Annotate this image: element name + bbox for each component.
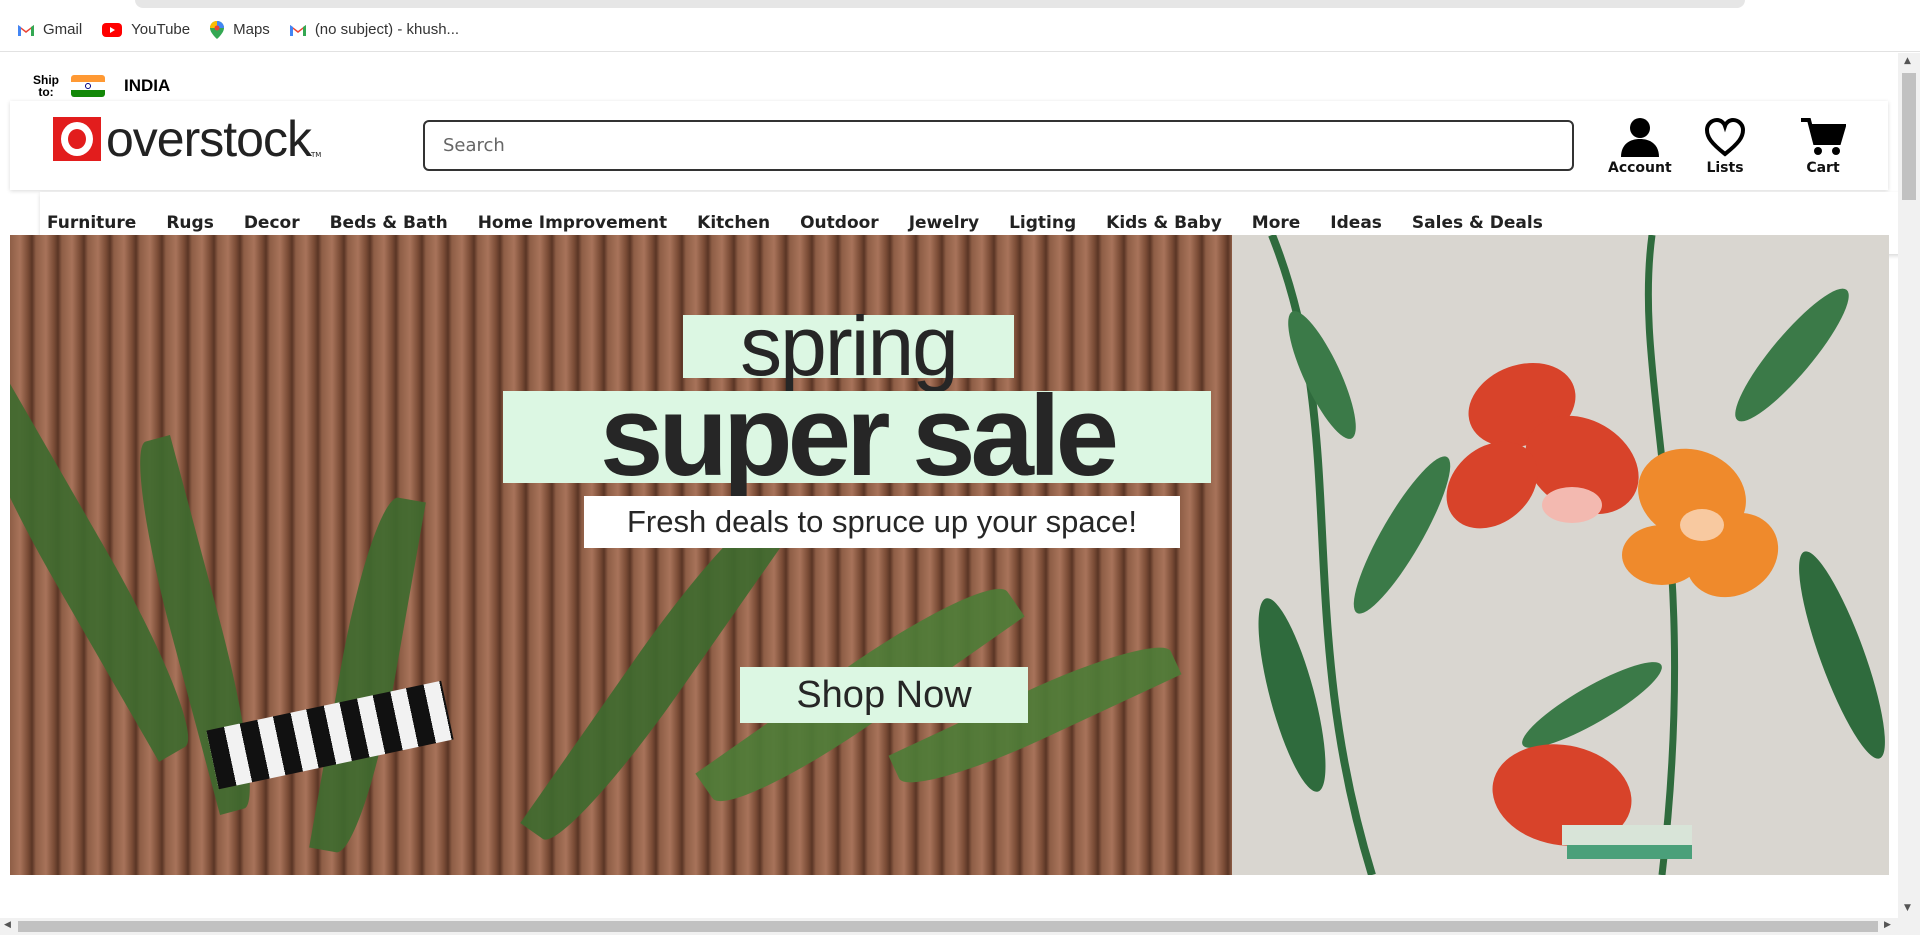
nav-item-rugs[interactable]: Rugs [166,213,213,233]
bookmark-maps[interactable]: Maps [210,20,270,39]
vertical-scroll-thumb[interactable] [1902,73,1916,200]
gmail-icon [289,24,306,36]
cart-icon [1801,118,1846,155]
nav-item-kitchen[interactable]: Kitchen [697,213,770,233]
horizontal-scroll-thumb[interactable] [18,921,1878,932]
gmail-icon [18,24,34,36]
shop-now-button[interactable]: Shop Now [740,667,1028,723]
hero-heading-super-sale: super sale [503,380,1211,494]
bookmark-label: (no subject) - khush... [314,21,460,38]
address-bar-edge [135,0,1745,8]
site-header: overstock TM Account Lists Cart [10,101,1888,190]
floral-art-illustration [1258,235,1885,875]
bookmarks-bar: Gmail YouTube Maps (no subject) - khush.… [0,8,1920,52]
lists-label: Lists [1706,160,1744,176]
india-flag-icon [71,75,105,97]
bookmark-label: Maps [233,21,270,38]
bookmark-youtube[interactable]: YouTube [102,21,190,38]
cart-button[interactable]: Cart [1800,117,1846,176]
nav-item-ideas[interactable]: Ideas [1330,213,1382,233]
logo-text: overstock [106,111,312,167]
scroll-down-icon[interactable]: ▼ [1904,903,1911,913]
logo-tm: TM [310,151,322,159]
heart-icon [1704,117,1746,157]
browser-window: Gmail YouTube Maps (no subject) - khush.… [0,0,1920,935]
scroll-right-icon[interactable]: ▶ [1884,920,1891,930]
nav-item-beds-bath[interactable]: Beds & Bath [330,213,448,233]
vertical-scrollbar[interactable]: ▲ ▼ [1898,53,1920,918]
nav-item-more[interactable]: More [1252,213,1301,233]
account-icon [1620,118,1659,157]
nav-item-outdoor[interactable]: Outdoor [800,213,879,233]
bookmark-label: YouTube [131,21,191,38]
hero-heading-spring: spring [683,304,1014,388]
hero-tagline: Fresh deals to spruce up your space! [584,496,1180,548]
bookmark-gmail[interactable]: Gmail [18,21,82,38]
account-label: Account [1608,160,1672,176]
horizontal-scrollbar[interactable]: ◀ ▶ [0,918,1920,935]
nav-item-decor[interactable]: Decor [244,213,300,233]
nav-item-lighting[interactable]: Ligting [1009,213,1076,233]
nav-item-furniture[interactable]: Furniture [47,213,136,233]
lists-button[interactable]: Lists [1704,117,1746,176]
ship-country: INDIA [124,76,171,95]
nav-item-sales-deals[interactable]: Sales & Deals [1412,213,1543,233]
account-button[interactable]: Account [1608,117,1672,176]
nav-item-jewelry[interactable]: Jewelry [909,213,979,233]
hero-floral-wall-image [1232,235,1889,875]
ship-to-selector[interactable]: Ship to: INDIA [31,74,170,98]
scroll-left-icon[interactable]: ◀ [4,920,11,930]
ship-to-label: Ship to: [31,74,61,98]
logo-mark-icon [53,117,101,161]
bookmark-gmail-draft[interactable]: (no subject) - khush... [289,21,460,38]
maps-icon [210,20,225,39]
nav-item-kids-baby[interactable]: Kids & Baby [1106,213,1222,233]
search-input[interactable] [423,120,1574,171]
youtube-icon [102,22,123,37]
bookmark-label: Gmail [43,21,83,38]
ship-label-line2: to: [38,85,54,99]
scroll-up-icon[interactable]: ▲ [1904,56,1911,66]
overstock-logo[interactable]: overstock TM [53,111,322,167]
nav-item-home-improvement[interactable]: Home Improvement [478,213,667,233]
cart-label: Cart [1806,160,1840,176]
